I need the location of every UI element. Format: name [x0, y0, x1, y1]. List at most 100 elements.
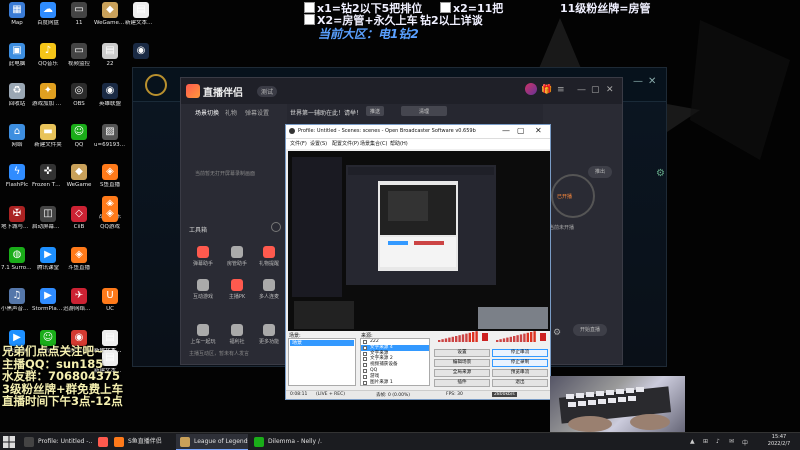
tool-button[interactable]: 房管助手	[219, 246, 255, 267]
obs-button[interactable]: 设置	[434, 349, 490, 357]
source-item[interactable]: 图片来源 1	[361, 380, 429, 385]
windows-start-icon[interactable]	[3, 436, 15, 448]
source-checkbox[interactable]	[363, 363, 367, 368]
tool-button[interactable]: 礼物提醒	[251, 246, 287, 267]
desktop-icon[interactable]: ♻ 回收站	[1, 83, 33, 127]
push-button[interactable]: 推送	[366, 106, 385, 116]
tool-button[interactable]: 上车一起玩	[185, 324, 221, 345]
desktop-icon[interactable]: ▶ 腾讯课堂	[32, 247, 64, 291]
desktop-icon[interactable]: ▭ 视频监控	[63, 43, 95, 87]
close-icon[interactable]: ✕	[648, 76, 656, 87]
desktop-icon[interactable]: ◎ OBS	[63, 83, 95, 127]
desktop-icon[interactable]: ▣ 此电脑	[1, 43, 33, 87]
taskbar-item[interactable]: S鱼直播伴侣	[110, 434, 174, 450]
scene-item[interactable]: 场景	[290, 340, 354, 346]
desktop-icon[interactable]: ✈ 迅游网络加速	[63, 288, 95, 332]
tool-button[interactable]: 弹幕助手	[185, 246, 221, 267]
desktop-icon[interactable]: ☺ QQ	[63, 124, 95, 168]
desktop-icon[interactable]: ◈ 斗鱼直播	[63, 247, 95, 291]
menu-scene-collection[interactable]: 场景集合(C)	[360, 140, 387, 147]
tray-icon[interactable]: ✉	[729, 438, 734, 445]
desktop-icon[interactable]: ✠ 地下城与勇士	[1, 206, 33, 250]
obs-button[interactable]: 编辑场景	[434, 359, 490, 367]
source-checkbox[interactable]	[363, 357, 367, 362]
desktop-icon[interactable]: ▭ 11	[63, 2, 95, 46]
start-live-button[interactable]: 开始直播	[573, 324, 607, 336]
tray-icon[interactable]: ⊞	[703, 438, 708, 445]
tray-icon[interactable]: ▲	[690, 438, 695, 445]
tab-danmaku[interactable]: 弹幕设置	[245, 108, 269, 117]
taskbar-item[interactable]: Dilemma - Nelly /…	[250, 434, 322, 450]
minimize-icon[interactable]: —	[502, 126, 510, 135]
tray-icon[interactable]: 中	[742, 438, 748, 447]
obs-window[interactable]: Profile: Untitled - Scenes: scenes - Ope…	[285, 124, 551, 400]
taskbar-item[interactable]: Profile: Untitled -…	[20, 434, 92, 450]
menu-profile[interactable]: 配置文件(P)	[332, 140, 359, 147]
minimize-icon[interactable]: —	[633, 76, 643, 87]
minimize-icon[interactable]: —	[577, 85, 586, 95]
desktop-icon[interactable]: ◫ 启动屏幕捕获	[32, 206, 64, 250]
desktop-icon[interactable]: ◉ 英雄联盟	[94, 83, 126, 127]
source-checkbox[interactable]	[363, 340, 367, 344]
desktop-icon[interactable]: ♫ 小黑声音管理	[1, 288, 33, 332]
tool-button[interactable]: 互动游戏	[185, 279, 221, 300]
source-checkbox[interactable]	[363, 380, 367, 385]
mute-icon[interactable]	[540, 333, 546, 341]
tab-scene[interactable]: 场景切换	[195, 108, 219, 117]
taskbar-item[interactable]: League of Legends	[176, 434, 248, 450]
tab-gift[interactable]: 礼物	[225, 108, 237, 117]
gear-icon[interactable]: ⚙	[656, 168, 665, 179]
clear-button[interactable]: 清理	[401, 106, 447, 116]
tool-button[interactable]: 主播PK	[219, 279, 255, 300]
menu-file[interactable]: 文件(F)	[290, 140, 307, 147]
desktop-icon[interactable]: ▨ u=691933…	[94, 124, 126, 168]
menu-icon[interactable]: ≡	[557, 85, 565, 95]
desktop-icon[interactable]: ▦ Map	[1, 2, 33, 46]
menu-settings[interactable]: 设置(S)	[310, 140, 327, 147]
obs-button[interactable]: 停止录制	[492, 359, 548, 367]
mute-icon[interactable]	[482, 333, 488, 341]
menu-help[interactable]: 帮助(H)	[390, 140, 408, 147]
tool-button[interactable]: 福利社	[219, 324, 255, 345]
settings-icon[interactable]: ⚙	[553, 328, 561, 338]
restore-icon[interactable]: ▢	[591, 85, 600, 95]
desktop-icon[interactable]: ◍ 7.1 Surrou…	[1, 247, 33, 291]
desktop-icon[interactable]: ◆ WeGame新版	[94, 2, 126, 46]
desktop-icon[interactable]: U UC	[94, 288, 126, 332]
desktop-icon[interactable]: ▤ 新建文本文档	[125, 2, 157, 46]
desktop-icon[interactable]: ◆ WeGame	[63, 164, 95, 208]
scene-list[interactable]: 场景	[288, 338, 356, 386]
tool-button[interactable]: 更多功能	[251, 324, 287, 345]
desktop-icon[interactable]: ✦ 游戏加加 0.6.24	[32, 83, 64, 127]
desktop-icon[interactable]: ✜ Frozen Throne	[32, 164, 64, 208]
tray-icon[interactable]: ♪	[716, 438, 720, 445]
desktop-icon[interactable]: ☁ 百度网盘	[32, 2, 64, 46]
obs-button[interactable]: 停止串流	[492, 349, 548, 357]
desktop-icon[interactable]: ϟ FlashPlc	[1, 164, 33, 208]
desktop-icon[interactable]: ▬ 新建文件夹	[32, 124, 64, 168]
obs-button[interactable]: 全局来源	[434, 369, 490, 377]
desktop-icon[interactable]: ◈ QQ游戏	[94, 206, 126, 250]
gift-icon[interactable]: 🎁	[541, 85, 552, 95]
close-icon[interactable]: ✕	[606, 85, 614, 95]
desktop-icon[interactable]: ⌂ 网络	[1, 124, 33, 168]
desktop-icon[interactable]: ♪ QQ音乐	[32, 43, 64, 87]
desktop-icon[interactable]: ◇ CiiB	[63, 206, 95, 250]
avatar[interactable]	[525, 83, 537, 95]
desktop-icon[interactable]: ▤ 22	[94, 43, 126, 87]
clock[interactable]: 15:47 2022/2/7	[760, 434, 798, 448]
toolbox-more-icon[interactable]	[271, 222, 281, 232]
obs-button[interactable]: 预览串流	[492, 369, 548, 377]
maximize-icon[interactable]: ▢	[517, 126, 525, 135]
close-icon[interactable]: ✕	[535, 126, 542, 135]
source-list[interactable]: 222 文字来源 4 文字来源 文字来源 2 视频捕获设备 QQ 游戏 图片来源 1	[360, 338, 430, 386]
tool-button[interactable]: 多人连麦	[251, 279, 287, 300]
exit-button[interactable]: 推出	[588, 166, 612, 178]
source-checkbox[interactable]	[363, 351, 367, 356]
obs-button[interactable]: 退出	[492, 379, 548, 387]
source-checkbox[interactable]	[363, 368, 367, 373]
obs-button[interactable]: 插件	[434, 379, 490, 387]
source-checkbox[interactable]	[363, 345, 367, 350]
audio-mixer[interactable]	[434, 329, 550, 343]
desktop-icon[interactable]: ▶ StormPlayer	[32, 288, 64, 332]
